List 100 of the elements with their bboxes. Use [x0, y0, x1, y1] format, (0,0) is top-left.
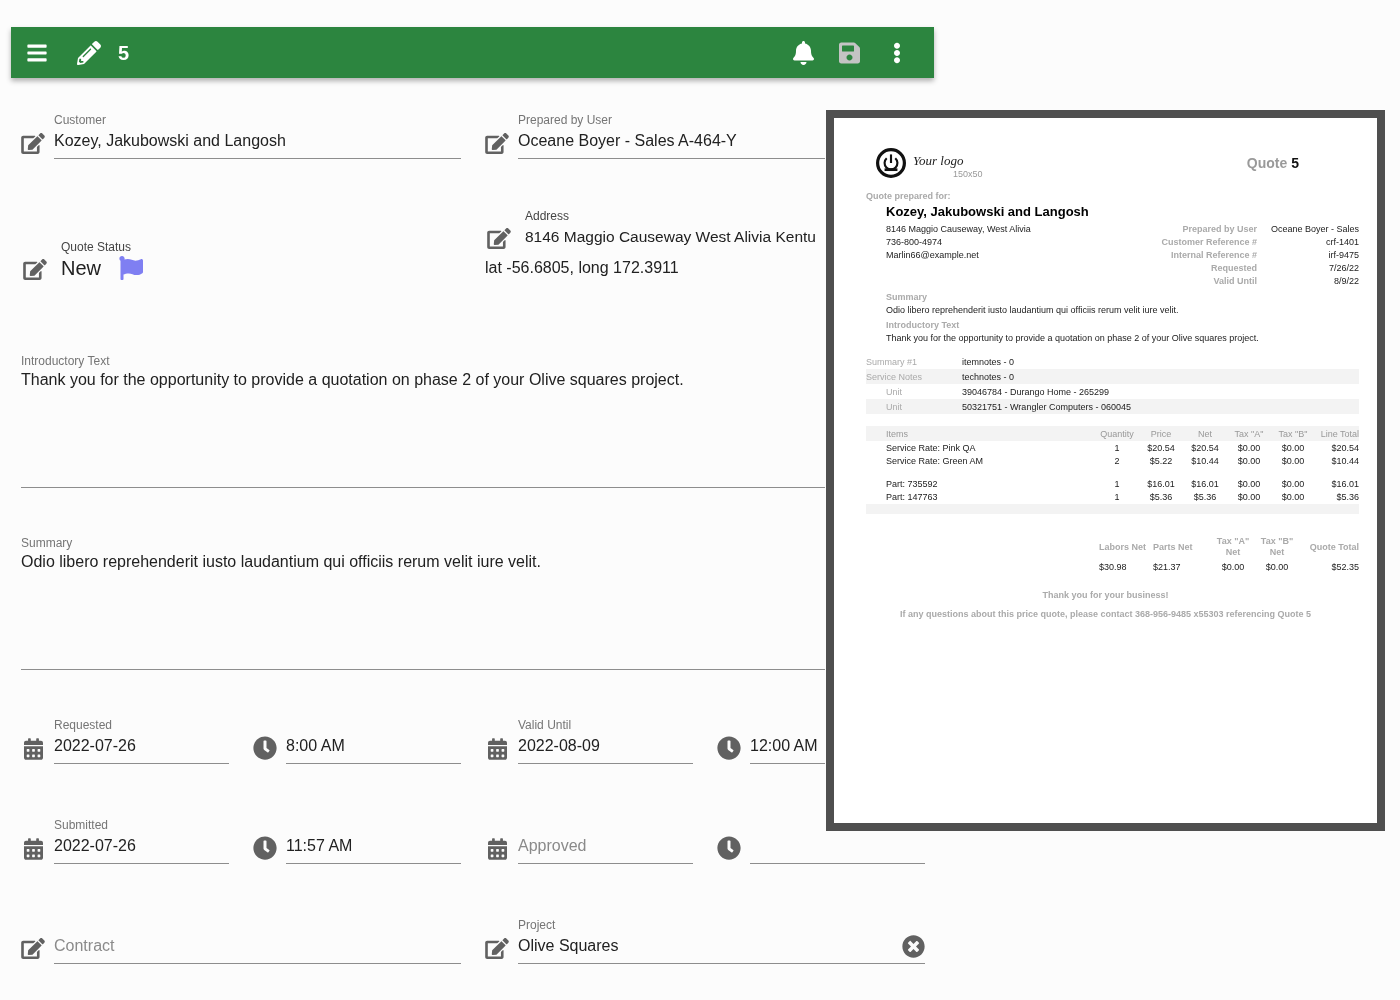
clock-icon[interactable]: [717, 836, 741, 860]
table-cell: 1: [1114, 478, 1120, 489]
column-header: Quantity: [1100, 428, 1134, 439]
section-label: Introductory Text: [886, 319, 960, 331]
field-label: Customer: [54, 113, 106, 127]
total-value: $21.37: [1153, 562, 1181, 572]
footer-text: Thank you for your business!: [1042, 589, 1169, 601]
total-header: Labors Net: [1099, 542, 1146, 553]
calendar-icon[interactable]: [23, 738, 43, 760]
date-input[interactable]: 2022-07-26: [54, 734, 229, 764]
table-cell: Part: 147763: [886, 491, 938, 502]
notes-value: itemnotes - 0: [962, 355, 1015, 368]
table-cell: $0.00: [1237, 455, 1261, 466]
detail-label: Prepared by User: [1181, 223, 1257, 236]
clear-icon[interactable]: [902, 934, 925, 958]
time-input[interactable]: 12:00 AM: [750, 734, 825, 764]
logo-text: Your logo: [913, 154, 964, 168]
table-cell: 1: [1114, 491, 1120, 502]
table-cell: $5.22: [1149, 455, 1173, 466]
detail-value: 7/26/22: [1327, 262, 1359, 275]
total-header: Parts Net: [1153, 542, 1193, 553]
detail-value: crf-1401: [1324, 236, 1359, 249]
column-header: Items: [886, 428, 908, 439]
table-cell: $20.54: [1191, 442, 1219, 453]
table-cell: $5.36: [1193, 491, 1217, 502]
field-label: Prepared by User: [518, 113, 613, 127]
table-cell: $0.00: [1237, 491, 1261, 502]
column-header: Net: [1198, 428, 1212, 439]
location-text: lat -56.6805, long 172.3911: [485, 258, 679, 278]
flag-icon: [119, 256, 143, 280]
notes-value: 39046784 - Durango Home - 265299: [962, 385, 1110, 398]
field-label: Submitted: [54, 818, 109, 832]
field-label: Requested: [54, 718, 113, 732]
clock-icon[interactable]: [253, 736, 277, 760]
project-input[interactable]: Olive Squares: [518, 934, 902, 958]
table-cell: $10.44: [1191, 455, 1219, 466]
customer-name: Kozey, Jakubowski and Langosh: [886, 204, 1089, 220]
footer-text: If any questions about this price quote, please contact 368-956-9485 x55303 referencing Quote 5: [899, 608, 1312, 620]
calendar-icon[interactable]: [23, 838, 43, 860]
table-cell: $5.36: [1336, 491, 1359, 502]
logo-size-text: 150x50: [953, 169, 983, 180]
more-options-icon[interactable]: [893, 41, 901, 64]
column-header: Tax "B": [1278, 428, 1308, 439]
detail-label: Customer Reference #: [1161, 236, 1257, 249]
text-area-field[interactable]: Odio libero reprehenderit iusto laudantium qui officiis rerum velit iure velit.: [21, 550, 825, 670]
text-area-field[interactable]: Thank you for the opportunity to provide a quotation on phase 2 of your Olive squares project.: [21, 368, 825, 488]
contact-line: Marlin66@example.net: [886, 249, 979, 262]
detail-value: Oceane Boyer - Sales: [1269, 223, 1359, 236]
detail-label: Requested: [1210, 262, 1257, 275]
total-header: Tax "B" Net: [1259, 536, 1295, 558]
total-value: $0.00: [1265, 562, 1289, 572]
clock-icon[interactable]: [717, 736, 741, 760]
table-cell: $0.00: [1281, 455, 1305, 466]
column-header: Line Total: [1320, 428, 1359, 439]
address-value: 8146 Maggio Causeway West Alivia Kentu: [525, 227, 816, 247]
quote-status-label: Quote Status: [61, 240, 132, 254]
calendar-icon[interactable]: [487, 738, 507, 760]
total-value: $52.35: [1331, 562, 1359, 572]
detail-label: Internal Reference #: [1169, 249, 1257, 262]
logo-icon: [876, 148, 906, 178]
contact-line: 736-800-4974: [886, 236, 943, 249]
calendar-icon[interactable]: [487, 838, 507, 860]
column-header: Price: [1150, 428, 1172, 439]
notes-label: Service Notes: [866, 371, 923, 382]
table-cell: $20.54: [1147, 442, 1175, 453]
contract-input[interactable]: Contract: [54, 934, 461, 964]
detail-value: 8/9/22: [1332, 275, 1359, 288]
section-text: Odio libero reprehenderit iusto laudantium qui officiis rerum velit iure velit.: [886, 304, 1179, 316]
table-cell: $0.00: [1237, 442, 1261, 453]
table-cell: $5.36: [1149, 491, 1173, 502]
total-header: Tax "A" Net: [1215, 536, 1251, 558]
table-cell: Part: 735592: [886, 478, 938, 489]
notes-value: 50321751 - Wrangler Computers - 060045: [962, 400, 1131, 413]
column-header: Tax "A": [1234, 428, 1264, 439]
table-cell: $20.54: [1331, 442, 1359, 453]
address-label: Address: [525, 209, 570, 223]
table-cell: $0.00: [1281, 491, 1305, 502]
quote-status-value: New: [61, 256, 101, 280]
date-input[interactable]: 2022-08-09: [518, 734, 693, 764]
date-input[interactable]: Approved: [518, 834, 693, 864]
table-cell: Service Rate: Pink QA: [886, 442, 976, 453]
clock-icon[interactable]: [253, 836, 277, 860]
detail-label: Valid Until: [1212, 275, 1257, 288]
notes-value: technotes - 0: [962, 370, 1015, 383]
bell-icon[interactable]: [793, 40, 814, 65]
table-cell: $0.00: [1281, 442, 1305, 453]
time-input[interactable]: 8:00 AM: [286, 734, 461, 764]
field-label: Introductory Text: [21, 354, 110, 368]
total-value: $0.00: [1221, 562, 1245, 572]
customer-input[interactable]: Kozey, Jakubowski and Langosh: [54, 129, 461, 159]
field-label: Summary: [21, 536, 73, 550]
section-text: Thank you for the opportunity to provide a quotation on phase 2 of your Olive squares project.: [886, 332, 1259, 344]
table-cell: $10.44: [1331, 455, 1359, 466]
field-label: Valid Until: [518, 718, 572, 732]
time-input[interactable]: 11:57 AM: [286, 834, 461, 864]
table-cell: $0.00: [1237, 478, 1261, 489]
table-cell: 1: [1114, 442, 1120, 453]
prepared-by-input[interactable]: Oceane Boyer - Sales A-464-Y: [518, 129, 825, 159]
date-input[interactable]: 2022-07-26: [54, 834, 229, 864]
table-cell: Service Rate: Green AM: [886, 455, 984, 466]
